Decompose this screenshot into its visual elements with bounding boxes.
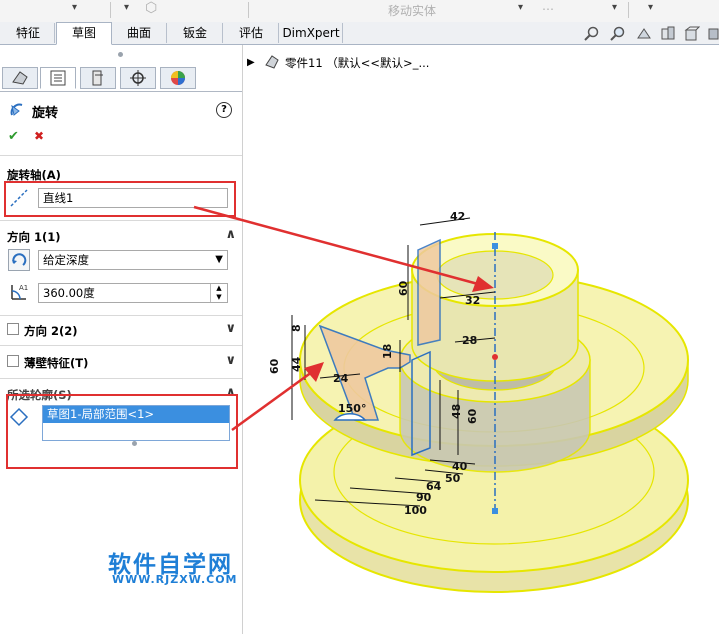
- dimension-label: 32: [465, 294, 480, 307]
- origin-marker: [492, 354, 498, 360]
- axis-endpoint: [492, 508, 498, 514]
- dimension-label: 100: [404, 504, 427, 517]
- dimension-label: 90: [416, 491, 432, 504]
- dimension-label: 48: [450, 404, 463, 419]
- sketch-profile-face: [417, 238, 441, 346]
- dimension-label: 44: [290, 356, 303, 372]
- dimension-label: 50: [445, 472, 461, 485]
- dimension-label: 28: [462, 334, 477, 347]
- dimension-label: 150°: [338, 402, 366, 415]
- dimension-label: 8: [290, 324, 303, 332]
- dimension-label: 18: [381, 344, 394, 359]
- dimension-label: 60: [466, 408, 479, 424]
- dimension-label: 24: [333, 372, 349, 385]
- dimension-label: 60: [268, 358, 281, 374]
- watermark-url: WWW.RJZXW.COM: [112, 573, 238, 586]
- dimension-label: 42: [450, 210, 465, 223]
- dimension-label: 60: [397, 280, 410, 296]
- axis-endpoint: [492, 243, 498, 249]
- model-drawing: 42 60 32 8 28 60 44 18 24 150° 48 60 40 …: [193, 205, 689, 593]
